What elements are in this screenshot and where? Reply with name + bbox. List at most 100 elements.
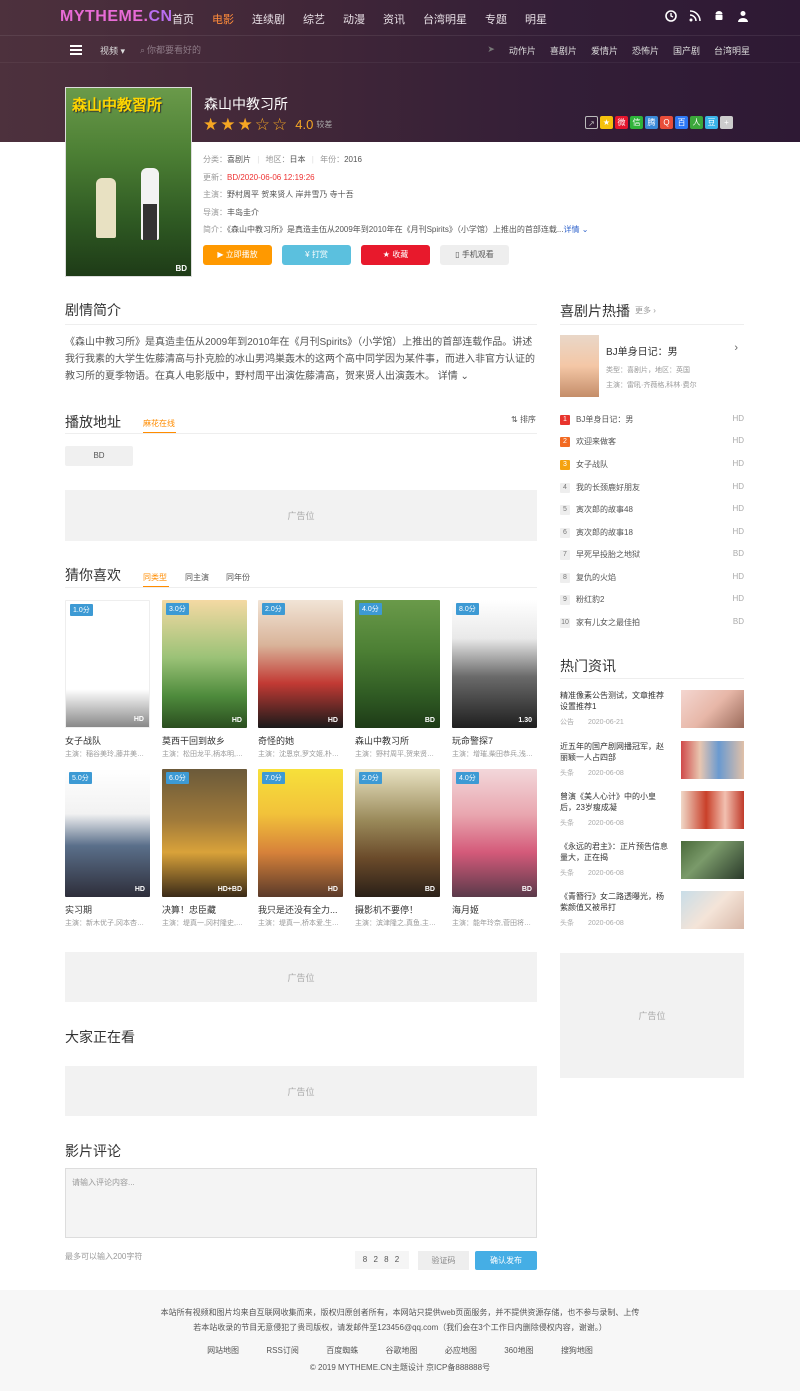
hot-list-item[interactable]: 2 欢迎来做客 HD (560, 435, 744, 451)
tab-play-source[interactable]: 麻花在线 (143, 418, 175, 429)
nav-news[interactable]: 资讯 (383, 11, 405, 27)
card-thumbnail[interactable]: 3.0分 HD (162, 600, 247, 728)
card-title[interactable]: 摄影机不要停！ (355, 903, 440, 916)
actors-value[interactable]: 野村周平 贺来贤人 岸井雪乃 寺十吾 (227, 190, 354, 199)
hot-list-item[interactable]: 1 BJ单身日记：男 HD (560, 413, 744, 429)
card-title[interactable]: 奇怪的她 (258, 734, 343, 747)
news-title[interactable]: 近五年的国产剧网播冠军，赵丽颖一人占四部 (560, 741, 670, 763)
nav-movie[interactable]: 电影 (212, 11, 234, 27)
hot-item-title[interactable]: 早死早投胎之地狱 (576, 549, 640, 560)
hot-more-link[interactable]: 更多 › (635, 305, 656, 316)
news-thumbnail[interactable] (681, 690, 744, 728)
card-thumbnail[interactable]: 4.0分 BD (355, 600, 440, 728)
ad-slot[interactable]: 广告位 (65, 490, 537, 541)
hot-list-item[interactable]: 7 早死早投胎之地狱 BD (560, 548, 744, 564)
nav-topics[interactable]: 专题 (485, 11, 507, 27)
category-value[interactable]: 喜剧片 (227, 155, 251, 164)
news-item[interactable]: 精准像素公告测试，文章推荐设置推荐1 公告 2020-06-21 (560, 690, 744, 730)
card-thumbnail[interactable]: 2.0分 BD (355, 769, 440, 897)
card-thumbnail[interactable]: 7.0分 HD (258, 769, 343, 897)
subnav-link-comedy[interactable]: 喜剧片 (550, 44, 577, 57)
qq-icon[interactable]: Q (660, 116, 673, 129)
news-title[interactable]: 《青簪行》女二路透曝光，杨紫颜值又被吊打 (560, 891, 670, 913)
news-item[interactable]: 《青簪行》女二路透曝光，杨紫颜值又被吊打 头条 2020-06-08 (560, 891, 744, 931)
play-button[interactable]: ▶ 立即播放 (203, 245, 272, 265)
news-thumbnail[interactable] (681, 741, 744, 779)
footer-link-bing[interactable]: 必应地图 (445, 1346, 477, 1355)
search-input[interactable]: ⌕ 你都要看好的 (140, 43, 201, 56)
card-thumbnail[interactable]: 1.0分 HD (65, 600, 150, 728)
site-logo[interactable]: MYTHEME.CN (60, 8, 173, 26)
card-title[interactable]: 莫西干回到故乡 (162, 734, 247, 747)
hot-list-item[interactable]: 3 女子战队 HD (560, 458, 744, 474)
hot-feature-item[interactable]: BJ单身日记：男 类型：喜剧片，地区：英国 主演：雷吼·齐薇格,科林·费尔 › (560, 335, 744, 397)
star-filled-icon[interactable]: ★ (238, 116, 253, 133)
rating-stars[interactable]: ★ ★ ★ ☆ ☆ 4.0 较差 (203, 116, 332, 133)
card-thumbnail[interactable]: 4.0分 BD (452, 769, 537, 897)
chevron-right-icon[interactable]: › (734, 342, 738, 354)
hot-item-title[interactable]: 女子战队 (576, 459, 608, 470)
star-filled-icon[interactable]: ★ (203, 116, 218, 133)
card-title[interactable]: 森山中教习所 (355, 734, 440, 747)
tab-same-year[interactable]: 同年份 (226, 572, 250, 583)
director-value[interactable]: 丰岛圭介 (227, 208, 259, 217)
news-item[interactable]: 曾演《美人心计》中的小皇后，23岁瘦成凝 头条 2020-06-08 (560, 791, 744, 831)
nav-series[interactable]: 连续剧 (252, 11, 285, 27)
nav-variety[interactable]: 综艺 (303, 11, 325, 27)
hot-item-title[interactable]: 寅次郎的故事48 (576, 504, 633, 515)
news-thumbnail[interactable] (681, 891, 744, 929)
news-title[interactable]: 精准像素公告测试，文章推荐设置推荐1 (560, 690, 670, 712)
tip-button[interactable]: ¥ 打赏 (282, 245, 351, 265)
movie-card[interactable]: 6.0分 HD+BD 决算！忠臣藏 主演：堤真一,冈村隆史,滨... (162, 769, 247, 928)
hot-feature-thumbnail[interactable] (560, 335, 599, 397)
news-item[interactable]: 近五年的国产剧网播冠军，赵丽颖一人占四部 头条 2020-06-08 (560, 741, 744, 781)
share-icon[interactable]: ↗ (585, 116, 598, 129)
card-thumbnail[interactable]: 2.0分 HD (258, 600, 343, 728)
captcha-input[interactable]: 验证码 (418, 1251, 469, 1270)
hot-feature-title[interactable]: BJ单身日记：男 (606, 343, 678, 358)
footer-link-360[interactable]: 360地图 (504, 1346, 533, 1355)
hot-item-title[interactable]: 粉红豹2 (576, 594, 604, 605)
mobile-watch-button[interactable]: ▯ 手机观看 (440, 245, 509, 265)
movie-card[interactable]: 4.0分 BD 海月姬 主演：能年玲奈,菅田将晖,... (452, 769, 537, 928)
movie-card[interactable]: 4.0分 BD 森山中教习所 主演：野村周平,贺来贤人,... (355, 600, 440, 759)
footer-link-rss[interactable]: RSS订阅 (266, 1346, 298, 1355)
movie-card[interactable]: 8.0分 1.30 玩命警探7 主演：增璀,柴田恭兵,浅野... (452, 600, 537, 759)
movie-poster[interactable]: 森山中教習所 BD (65, 87, 192, 277)
card-title[interactable]: 实习期 (65, 903, 150, 916)
comment-textarea[interactable]: 请输入评论内容... (65, 1168, 537, 1238)
captcha-image[interactable]: 8 2 8 2 (355, 1251, 409, 1269)
submit-comment-button[interactable]: 确认发布 (475, 1251, 537, 1270)
user-icon[interactable] (736, 10, 750, 24)
movie-card[interactable]: 3.0分 HD 莫西干回到故乡 主演：松田龙平,柄本明,前... (162, 600, 247, 759)
card-thumbnail[interactable]: 8.0分 1.30 (452, 600, 537, 728)
hot-list-item[interactable]: 9 粉红豹2 HD (560, 593, 744, 609)
ad-slot[interactable]: 广告位 (65, 952, 537, 1002)
star-filled-icon[interactable]: ★ (220, 116, 235, 133)
news-thumbnail[interactable] (681, 791, 744, 829)
tab-same-actor[interactable]: 同主演 (185, 572, 209, 583)
footer-link-google[interactable]: 谷歌地图 (386, 1346, 418, 1355)
movie-card[interactable]: 5.0分 HD 实习期 主演：新木优子,冈本杏理,... (65, 769, 150, 928)
episode-button[interactable]: BD (65, 446, 133, 466)
hot-item-title[interactable]: 欢迎来做客 (576, 436, 616, 447)
nav-home[interactable]: 首页 (172, 11, 194, 27)
ad-slot[interactable]: 广告位 (65, 1066, 537, 1116)
hot-list-item[interactable]: 4 我的长颈鹿好朋友 HD (560, 481, 744, 497)
android-icon[interactable] (712, 10, 726, 24)
hot-item-title[interactable]: 复仇的火焰 (576, 572, 616, 583)
hot-list-item[interactable]: 6 寅次郎的故事18 HD (560, 526, 744, 542)
movie-card[interactable]: 2.0分 BD 摄影机不要停！ 主演：滨津隆之,真鱼,主浜... (355, 769, 440, 928)
star-empty-icon[interactable]: ☆ (255, 116, 270, 133)
news-thumbnail[interactable] (681, 841, 744, 879)
douban-icon[interactable]: 豆 (705, 116, 718, 129)
intro-detail-link[interactable]: 详情 ⌄ (564, 225, 589, 234)
star-empty-icon[interactable]: ☆ (272, 116, 287, 133)
nav-taiwan-stars[interactable]: 台湾明星 (423, 11, 467, 27)
ad-slot[interactable]: 广告位 (560, 953, 744, 1078)
tab-same-type[interactable]: 同类型 (143, 572, 167, 583)
subnav-link-domestic[interactable]: 国产剧 (673, 44, 700, 57)
hot-list-item[interactable]: 10 家有儿女之最佳拍 BD (560, 616, 744, 632)
tencent-weibo-icon[interactable]: 腾 (645, 116, 658, 129)
wechat-icon[interactable]: 信 (630, 116, 643, 129)
